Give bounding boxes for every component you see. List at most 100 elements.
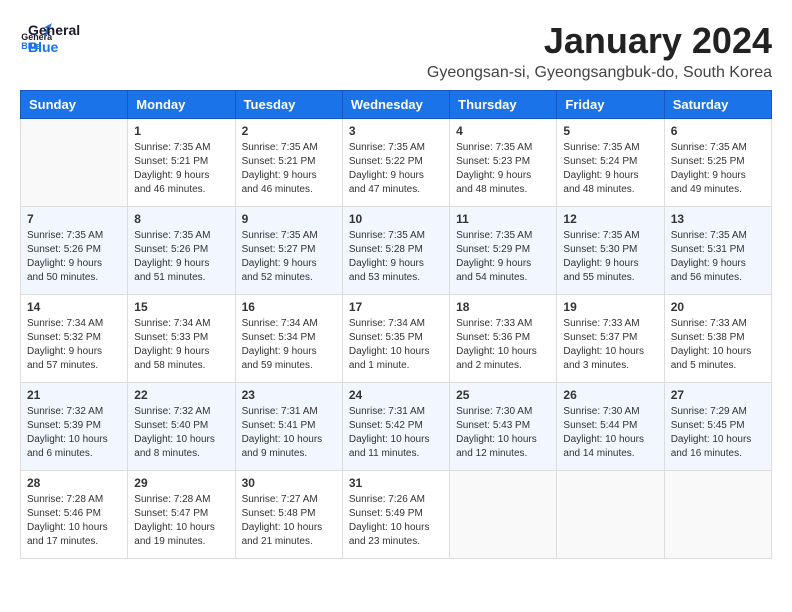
weekday-header-row: SundayMondayTuesdayWednesdayThursdayFrid… <box>21 91 772 119</box>
calendar-day-cell: 28 Sunrise: 7:28 AMSunset: 5:46 PMDayligh… <box>21 471 128 559</box>
weekday-header-thursday: Thursday <box>450 91 557 119</box>
weekday-header-wednesday: Wednesday <box>342 91 449 119</box>
day-number: 18 <box>456 300 550 314</box>
day-number: 13 <box>671 212 765 226</box>
day-info: Sunrise: 7:35 AMSunset: 5:21 PMDaylight:… <box>134 141 228 197</box>
weekday-header-tuesday: Tuesday <box>235 91 342 119</box>
day-info: Sunrise: 7:34 AMSunset: 5:33 PMDaylight:… <box>134 317 228 373</box>
day-info: Sunrise: 7:35 AMSunset: 5:27 PMDaylight:… <box>242 229 336 285</box>
calendar-week-row: 7 Sunrise: 7:35 AMSunset: 5:26 PMDaylight… <box>21 207 772 295</box>
day-number: 16 <box>242 300 336 314</box>
day-number: 27 <box>671 388 765 402</box>
day-info: Sunrise: 7:35 AMSunset: 5:23 PMDaylight:… <box>456 141 550 197</box>
calendar-day-cell: 31Sunrise: 7:26 AMSunset: 5:49 PMDayligh… <box>342 471 449 559</box>
title-section: January 2024 Gyeongsan-si, Gyeongsangbuk… <box>427 20 772 82</box>
day-number: 15 <box>134 300 228 314</box>
day-info: Sunrise: 7:35 AMSunset: 5:22 PMDaylight:… <box>349 141 443 197</box>
day-number: 17 <box>349 300 443 314</box>
calendar-day-cell: 7 Sunrise: 7:35 AMSunset: 5:26 PMDaylight… <box>21 207 128 295</box>
day-number: 22 <box>134 388 228 402</box>
calendar-day-cell: 19 Sunrise: 7:33 AMSunset: 5:37 PMDayligh… <box>557 295 664 383</box>
day-info: Sunrise: 7:31 AMSunset: 5:42 PMDaylight:… <box>349 405 443 461</box>
calendar-day-cell: 20 Sunrise: 7:33 AMSunset: 5:38 PMDayligh… <box>664 295 771 383</box>
calendar-table: SundayMondayTuesdayWednesdayThursdayFrid… <box>20 90 772 559</box>
weekday-header-saturday: Saturday <box>664 91 771 119</box>
day-number: 28 <box>27 476 121 490</box>
day-info: Sunrise: 7:33 AMSunset: 5:37 PMDaylight:… <box>563 317 657 373</box>
day-number: 19 <box>563 300 657 314</box>
day-number: 14 <box>27 300 121 314</box>
calendar-day-cell: 4Sunrise: 7:35 AMSunset: 5:23 PMDaylight… <box>450 119 557 207</box>
day-number: 12 <box>563 212 657 226</box>
calendar-week-row: 28 Sunrise: 7:28 AMSunset: 5:46 PMDayligh… <box>21 471 772 559</box>
day-info: Sunrise: 7:32 AMSunset: 5:39 PMDaylight:… <box>27 405 121 461</box>
day-number: 11 <box>456 212 550 226</box>
day-info: Sunrise: 7:32 AMSunset: 5:40 PMDaylight:… <box>134 405 228 461</box>
day-info: Sunrise: 7:34 AMSunset: 5:35 PMDaylight:… <box>349 317 443 373</box>
day-number: 29 <box>134 476 228 490</box>
day-info: Sunrise: 7:30 AMSunset: 5:43 PMDaylight:… <box>456 405 550 461</box>
day-info: Sunrise: 7:28 AMSunset: 5:47 PMDaylight:… <box>134 493 228 549</box>
day-number: 25 <box>456 388 550 402</box>
day-info: Sunrise: 7:33 AMSunset: 5:36 PMDaylight:… <box>456 317 550 373</box>
day-info: Sunrise: 7:33 AMSunset: 5:38 PMDaylight:… <box>671 317 765 373</box>
calendar-day-cell: 23Sunrise: 7:31 AMSunset: 5:41 PMDayligh… <box>235 383 342 471</box>
day-number: 7 <box>27 212 121 226</box>
day-info: Sunrise: 7:30 AMSunset: 5:44 PMDaylight:… <box>563 405 657 461</box>
day-number: 8 <box>134 212 228 226</box>
day-info: Sunrise: 7:34 AMSunset: 5:32 PMDaylight:… <box>27 317 121 373</box>
day-info: Sunrise: 7:35 AMSunset: 5:21 PMDaylight:… <box>242 141 336 197</box>
day-info: Sunrise: 7:27 AMSunset: 5:48 PMDaylight:… <box>242 493 336 549</box>
day-info: Sunrise: 7:35 AMSunset: 5:29 PMDaylight:… <box>456 229 550 285</box>
calendar-day-cell: 9 Sunrise: 7:35 AMSunset: 5:27 PMDaylight… <box>235 207 342 295</box>
day-info: Sunrise: 7:35 AMSunset: 5:26 PMDaylight:… <box>27 229 121 285</box>
calendar-day-cell: 25 Sunrise: 7:30 AMSunset: 5:43 PMDayligh… <box>450 383 557 471</box>
day-number: 2 <box>242 124 336 138</box>
day-info: Sunrise: 7:35 AMSunset: 5:25 PMDaylight:… <box>671 141 765 197</box>
day-number: 23 <box>242 388 336 402</box>
calendar-day-cell <box>557 471 664 559</box>
calendar-week-row: 1 Sunrise: 7:35 AMSunset: 5:21 PMDaylight… <box>21 119 772 207</box>
calendar-day-cell: 16 Sunrise: 7:34 AMSunset: 5:34 PMDayligh… <box>235 295 342 383</box>
calendar-day-cell: 14 Sunrise: 7:34 AMSunset: 5:32 PMDayligh… <box>21 295 128 383</box>
calendar-day-cell: 1 Sunrise: 7:35 AMSunset: 5:21 PMDaylight… <box>128 119 235 207</box>
day-info: Sunrise: 7:35 AMSunset: 5:24 PMDaylight:… <box>563 141 657 197</box>
calendar-day-cell: 22 Sunrise: 7:32 AMSunset: 5:40 PMDayligh… <box>128 383 235 471</box>
day-info: Sunrise: 7:34 AMSunset: 5:34 PMDaylight:… <box>242 317 336 373</box>
weekday-header-monday: Monday <box>128 91 235 119</box>
calendar-day-cell: 8 Sunrise: 7:35 AMSunset: 5:26 PMDaylight… <box>128 207 235 295</box>
calendar-day-cell: 18 Sunrise: 7:33 AMSunset: 5:36 PMDayligh… <box>450 295 557 383</box>
calendar-day-cell: 3Sunrise: 7:35 AMSunset: 5:22 PMDaylight… <box>342 119 449 207</box>
day-number: 21 <box>27 388 121 402</box>
calendar-day-cell: 26Sunrise: 7:30 AMSunset: 5:44 PMDayligh… <box>557 383 664 471</box>
calendar-day-cell <box>664 471 771 559</box>
calendar-day-cell: 13 Sunrise: 7:35 AMSunset: 5:31 PMDayligh… <box>664 207 771 295</box>
calendar-week-row: 14 Sunrise: 7:34 AMSunset: 5:32 PMDayligh… <box>21 295 772 383</box>
calendar-day-cell: 21 Sunrise: 7:32 AMSunset: 5:39 PMDayligh… <box>21 383 128 471</box>
day-info: Sunrise: 7:28 AMSunset: 5:46 PMDaylight:… <box>27 493 121 549</box>
calendar-day-cell: 15 Sunrise: 7:34 AMSunset: 5:33 PMDayligh… <box>128 295 235 383</box>
day-info: Sunrise: 7:35 AMSunset: 5:31 PMDaylight:… <box>671 229 765 285</box>
day-info: Sunrise: 7:35 AMSunset: 5:30 PMDaylight:… <box>563 229 657 285</box>
calendar-day-cell: 2 Sunrise: 7:35 AMSunset: 5:21 PMDaylight… <box>235 119 342 207</box>
day-number: 20 <box>671 300 765 314</box>
calendar-day-cell: 10Sunrise: 7:35 AMSunset: 5:28 PMDayligh… <box>342 207 449 295</box>
day-number: 1 <box>134 124 228 138</box>
calendar-day-cell: 12 Sunrise: 7:35 AMSunset: 5:30 PMDayligh… <box>557 207 664 295</box>
calendar-day-cell <box>450 471 557 559</box>
calendar-day-cell: 29 Sunrise: 7:28 AMSunset: 5:47 PMDayligh… <box>128 471 235 559</box>
weekday-header-sunday: Sunday <box>21 91 128 119</box>
day-number: 24 <box>349 388 443 402</box>
weekday-header-friday: Friday <box>557 91 664 119</box>
day-info: Sunrise: 7:35 AMSunset: 5:26 PMDaylight:… <box>134 229 228 285</box>
calendar-day-cell: 6 Sunrise: 7:35 AMSunset: 5:25 PMDaylight… <box>664 119 771 207</box>
day-info: Sunrise: 7:29 AMSunset: 5:45 PMDaylight:… <box>671 405 765 461</box>
day-number: 6 <box>671 124 765 138</box>
location-title: Gyeongsan-si, Gyeongsangbuk-do, South Ko… <box>427 64 772 82</box>
logo-blue: Blue <box>28 39 80 56</box>
day-number: 9 <box>242 212 336 226</box>
page-header: General Blue General Blue January 2024 G… <box>20 20 772 82</box>
calendar-day-cell <box>21 119 128 207</box>
day-number: 30 <box>242 476 336 490</box>
logo: General Blue General Blue <box>20 20 80 56</box>
